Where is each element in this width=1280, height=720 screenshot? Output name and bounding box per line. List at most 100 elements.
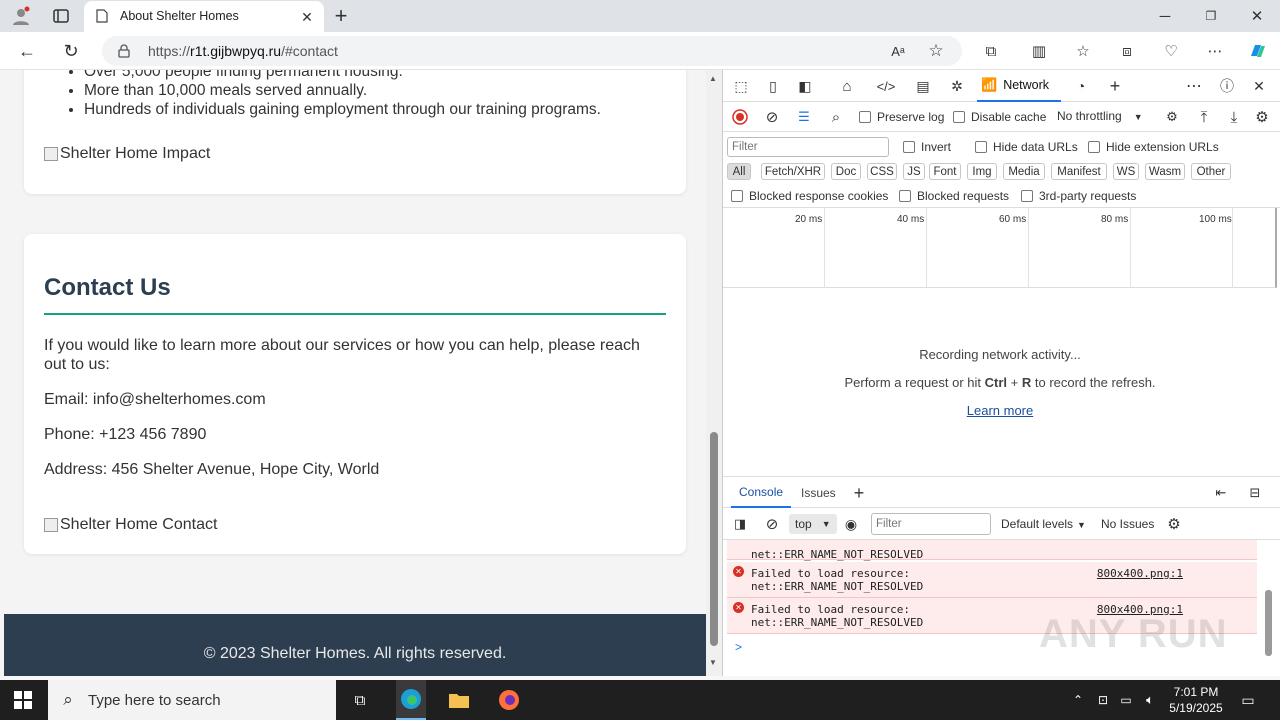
performance-panel-icon[interactable]: ◔ — [1071, 76, 1091, 96]
disable-cache-checkbox[interactable]: Disable cache — [953, 110, 1046, 124]
search-icon[interactable]: ⌕ — [827, 108, 845, 126]
show-hidden-icons-chevron[interactable]: ⌃ — [1070, 690, 1086, 710]
context-select[interactable]: top ▼ — [789, 514, 837, 534]
console-settings-icon[interactable]: ⚙ — [1165, 515, 1183, 533]
live-expression-eye-icon[interactable]: ◉ — [841, 515, 861, 533]
dock-side-icon[interactable]: ◧ — [795, 76, 815, 96]
scroll-down-icon[interactable]: ▼ — [709, 658, 717, 667]
collections-icon[interactable]: ⧈ — [1116, 40, 1138, 62]
default-levels-select[interactable]: Default levels ▼ — [1001, 517, 1086, 531]
import-har-icon[interactable]: ⤒ — [1195, 108, 1213, 126]
settings-more-icon[interactable]: ⋯ — [1204, 40, 1226, 62]
clock[interactable]: 7:01 PM 5/19/2025 — [1164, 684, 1228, 716]
hide-data-urls-checkbox[interactable]: Hide data URLs — [975, 140, 1078, 154]
console-filter-input[interactable] — [871, 513, 991, 535]
console-icon[interactable]: ▤ — [913, 76, 933, 96]
split-screen-icon[interactable]: ▥ — [1028, 40, 1050, 62]
issues-counter[interactable]: No Issues — [1101, 517, 1154, 531]
close-drawer-icon[interactable]: ⊟ — [1245, 483, 1265, 503]
dock-drawer-icon[interactable]: ⇤ — [1211, 483, 1231, 503]
console-scrollbar[interactable] — [1263, 548, 1275, 668]
filter-toggle-icon[interactable]: ☰ — [795, 108, 813, 126]
page-icon — [94, 8, 110, 24]
filter-type-media[interactable]: Media — [1003, 163, 1045, 180]
filter-type-ws[interactable]: WS — [1113, 163, 1139, 180]
clear-icon[interactable]: ⊘ — [763, 108, 781, 126]
favorite-star-icon[interactable]: ☆ — [926, 41, 946, 61]
edge-browser-icon[interactable] — [396, 680, 426, 720]
help-icon[interactable]: ⓘ — [1217, 76, 1237, 96]
network-settings-icon[interactable]: ⚙ — [1253, 108, 1271, 126]
customize-menu-icon[interactable]: ⋯ — [1183, 76, 1205, 96]
error-source-link[interactable]: 800x400.png:1 — [1097, 567, 1183, 580]
blocked-response-cookies-checkbox[interactable]: Blocked response cookies — [731, 189, 888, 203]
filter-type-font[interactable]: Font — [929, 163, 961, 180]
minimize-button[interactable]: ─ — [1150, 4, 1180, 28]
taskbar-search[interactable]: ⌕ Type here to search — [48, 680, 336, 720]
tab-issues[interactable]: Issues — [801, 486, 836, 500]
more-panels-icon[interactable]: + — [1105, 76, 1125, 96]
scrollbar-thumb[interactable] — [710, 432, 718, 646]
network-tray-icon[interactable]: ⊡ — [1094, 690, 1112, 710]
performance-icon[interactable]: ♡ — [1160, 40, 1182, 62]
address-bar[interactable]: https://r1t.gijbwpyq.ru/#contact Aᵃ ☆ — [102, 36, 962, 66]
filter-type-css[interactable]: CSS — [867, 163, 897, 180]
filter-type-all[interactable]: All — [727, 163, 751, 180]
filter-type-doc[interactable]: Doc — [831, 163, 861, 180]
throttling-select[interactable]: No throttling ▼ — [1057, 109, 1143, 123]
notification-icon[interactable]: ▭ — [1238, 690, 1258, 710]
profile-icon[interactable] — [8, 4, 34, 28]
inspect-element-icon[interactable]: ⬚ — [731, 76, 751, 96]
elements-icon[interactable]: </> — [875, 76, 897, 96]
filter-type-manifest[interactable]: Manifest — [1051, 163, 1107, 180]
filter-type-js[interactable]: JS — [903, 163, 925, 180]
clear-console-icon[interactable]: ⊘ — [763, 515, 781, 533]
sources-bug-icon[interactable]: ✲ — [947, 76, 967, 96]
filter-type-img[interactable]: Img — [967, 163, 997, 180]
copilot-icon[interactable] — [1246, 39, 1270, 63]
filter-type-wasm[interactable]: Wasm — [1145, 163, 1185, 180]
extensions-icon[interactable]: ⧉ — [980, 40, 1002, 62]
favorites-icon[interactable]: ☆ — [1072, 40, 1094, 62]
volume-icon[interactable]: 🔈︎ — [1140, 690, 1160, 710]
close-devtools-icon[interactable]: ✕ — [1249, 76, 1269, 96]
tab-network[interactable]: 📶 Network — [977, 70, 1061, 102]
close-tab-icon[interactable]: ✕ — [298, 8, 316, 26]
refresh-button[interactable]: ↻ — [58, 38, 84, 64]
network-filter-input[interactable] — [727, 137, 889, 157]
network-conditions-icon[interactable]: ⚙ — [1163, 108, 1181, 126]
close-window-button[interactable]: ✕ — [1242, 4, 1272, 28]
wifi-tray-icon[interactable]: ▭ — [1116, 690, 1136, 710]
filter-type-other[interactable]: Other — [1191, 163, 1231, 180]
invert-checkbox[interactable]: Invert — [903, 140, 951, 154]
timeline-tick: 60 ms — [999, 214, 1027, 225]
new-tab-button[interactable]: + — [330, 3, 352, 28]
third-party-requests-checkbox[interactable]: 3rd-party requests — [1021, 189, 1136, 203]
maximize-button[interactable]: ❐ — [1196, 4, 1226, 28]
task-view-icon[interactable]: ⧉ — [348, 688, 372, 712]
add-drawer-tab-icon[interactable]: + — [849, 483, 869, 503]
console-prompt[interactable]: > — [735, 640, 742, 654]
blocked-requests-checkbox[interactable]: Blocked requests — [899, 189, 1009, 203]
tab-actions-icon[interactable] — [48, 4, 74, 28]
file-explorer-icon[interactable] — [446, 688, 472, 712]
tab-about-shelter-homes[interactable]: About Shelter Homes ✕ — [84, 1, 324, 32]
network-timeline[interactable]: 20 ms 40 ms 60 ms 80 ms 100 ms — [723, 208, 1277, 288]
console-sidebar-icon[interactable]: ◨ — [731, 515, 749, 533]
record-icon[interactable] — [731, 108, 749, 126]
page-scrollbar[interactable]: ▲ ▼ — [706, 70, 722, 676]
device-toolbar-icon[interactable]: ▯ — [763, 76, 783, 96]
firefox-icon[interactable] — [496, 688, 522, 712]
welcome-home-icon[interactable]: ⌂ — [837, 76, 857, 96]
filter-type-fetch-xhr[interactable]: Fetch/XHR — [761, 163, 825, 180]
start-windows-icon[interactable] — [10, 688, 36, 712]
back-button[interactable]: ← — [14, 38, 40, 64]
preserve-log-checkbox[interactable]: Preserve log — [859, 110, 944, 124]
lock-icon[interactable] — [116, 43, 132, 59]
export-har-icon[interactable]: ⤓ — [1225, 108, 1243, 126]
learn-more-link[interactable]: Learn more — [723, 403, 1277, 418]
tab-console[interactable]: Console — [731, 477, 792, 508]
hide-extension-urls-checkbox[interactable]: Hide extension URLs — [1088, 140, 1219, 154]
scroll-up-icon[interactable]: ▲ — [709, 74, 717, 83]
read-aloud-icon[interactable]: Aᵃ — [888, 42, 908, 60]
